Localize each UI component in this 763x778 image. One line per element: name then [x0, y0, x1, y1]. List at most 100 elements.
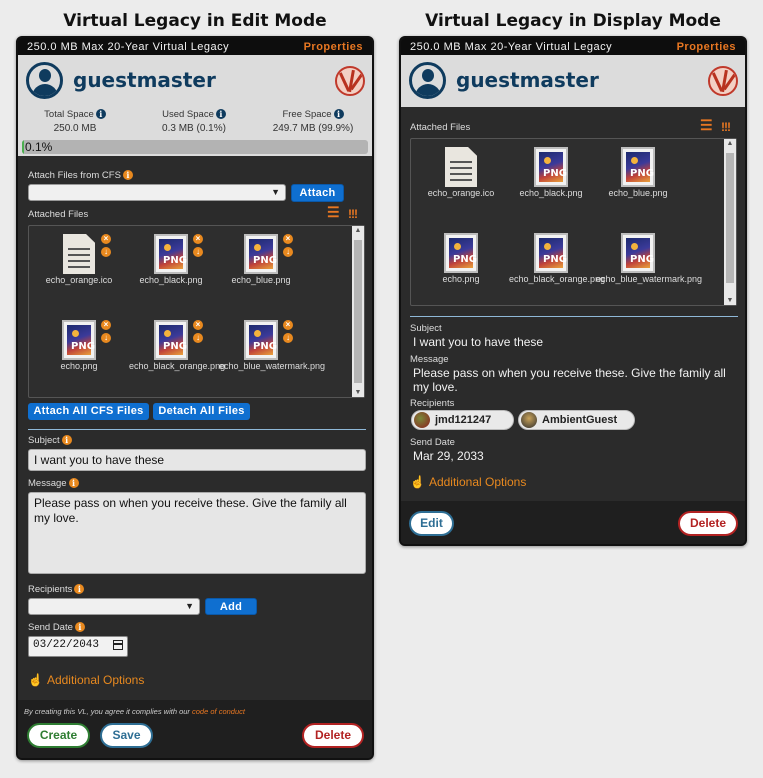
priority-icon[interactable]: !!!	[721, 120, 731, 134]
create-button[interactable]: Create	[27, 723, 90, 748]
attached-file[interactable]: PNG × ↓ echo_blue_watermark.png	[219, 320, 326, 371]
attached-file[interactable]: PNG × ↓ echo_black.png	[129, 234, 213, 285]
detach-all-button[interactable]: Detach All Files	[153, 403, 250, 420]
download-file-icon[interactable]: ↓	[101, 247, 111, 257]
attached-files-label: Attached Files	[28, 209, 89, 220]
chevron-down-icon: ▼	[271, 187, 280, 197]
vl-top-bar: 250.0 MB Max 20-Year Virtual Legacy Prop…	[401, 38, 745, 55]
calendar-icon[interactable]	[113, 640, 123, 650]
attached-file[interactable]: PNG × ↓ echo_black_orange.png	[129, 320, 226, 371]
remove-file-icon[interactable]: ×	[101, 320, 111, 330]
info-icon[interactable]: i	[122, 170, 133, 180]
user-avatar-icon	[409, 62, 446, 99]
divider	[410, 316, 738, 317]
attached-files-box: ▲ ▼ × ↓ echo_orange.ico PNG × ↓ echo_black.png P…	[28, 225, 365, 398]
properties-link[interactable]: Properties	[304, 41, 363, 53]
send-date-input[interactable]: 03/22/2043	[28, 636, 128, 657]
recipient-chip[interactable]: AmbientGuest	[518, 410, 635, 430]
png-file-icon: PNG	[62, 320, 96, 360]
code-of-conduct-link[interactable]: code of conduct	[192, 707, 245, 716]
edit-button[interactable]: Edit	[409, 511, 454, 536]
priority-icon[interactable]: !!!	[348, 207, 358, 221]
send-date-label: Send Date i	[28, 622, 85, 633]
attached-file[interactable]: PNG echo_black.png	[509, 147, 593, 198]
attached-file[interactable]: × ↓ echo_orange.ico	[37, 234, 121, 285]
additional-options-link[interactable]: ☝ Additional Options	[28, 673, 144, 687]
delete-button[interactable]: Delete	[678, 511, 738, 536]
files-scrollbar[interactable]: ▲ ▼	[352, 226, 364, 397]
file-actions: × ↓	[283, 234, 293, 260]
add-recipient-button[interactable]: Add	[205, 598, 257, 615]
remove-file-icon[interactable]: ×	[193, 234, 203, 244]
recipient-avatar	[521, 412, 537, 428]
download-file-icon[interactable]: ↓	[283, 247, 293, 257]
png-file-icon: PNG	[244, 234, 278, 274]
remove-file-icon[interactable]: ×	[283, 320, 293, 330]
space-progress-bar: 0.1%	[22, 140, 368, 154]
attached-file[interactable]: PNG × ↓ echo_blue.png	[219, 234, 303, 285]
edit-mode-panel: 250.0 MB Max 20-Year Virtual Legacy Prop…	[16, 36, 374, 760]
download-file-icon[interactable]: ↓	[193, 333, 203, 343]
message-label: Message i	[28, 478, 79, 489]
remove-file-icon[interactable]: ×	[193, 320, 203, 330]
info-icon[interactable]: i	[74, 584, 85, 594]
delete-button[interactable]: Delete	[302, 723, 364, 748]
recipient-chip[interactable]: jmd121247	[411, 410, 514, 430]
attached-file[interactable]: echo_orange.ico	[419, 147, 503, 198]
file-name: echo_blue_watermark.png	[219, 361, 326, 371]
display-mode-panel: 250.0 MB Max 20-Year Virtual Legacy Prop…	[399, 36, 747, 546]
file-name: echo_blue_watermark.png	[596, 274, 703, 284]
attached-file[interactable]: PNG echo.png	[419, 233, 503, 284]
save-button[interactable]: Save	[100, 723, 153, 748]
user-avatar-icon	[26, 62, 63, 99]
message-textarea[interactable]: Please pass on when you receive these. G…	[28, 492, 366, 574]
free-space-label: Free Space	[282, 109, 332, 120]
attached-file[interactable]: PNG echo_black_orange.png	[509, 233, 605, 284]
additional-options-link[interactable]: ☝ Additional Options	[410, 475, 526, 489]
file-name: echo.png	[442, 274, 480, 284]
png-file-icon: PNG	[444, 233, 478, 273]
attached-file[interactable]: PNG echo_blue_watermark.png	[596, 233, 703, 284]
info-icon[interactable]: i	[68, 478, 79, 488]
list-view-icon[interactable]: ☰	[327, 205, 340, 219]
download-file-icon[interactable]: ↓	[283, 333, 293, 343]
file-name: echo_black_orange.png	[129, 361, 226, 371]
total-space-value: 250.0 MB	[53, 123, 97, 134]
files-scrollbar[interactable]: ▲ ▼	[724, 139, 736, 305]
remove-file-icon[interactable]: ×	[101, 234, 111, 244]
subject-value: I want you to have these	[413, 335, 544, 349]
info-icon[interactable]: i	[74, 622, 85, 632]
file-actions: × ↓	[283, 320, 293, 346]
download-file-icon[interactable]: ↓	[193, 247, 203, 257]
send-date-label: Send Date	[410, 437, 455, 448]
subject-input[interactable]: I want you to have these	[28, 449, 366, 471]
attached-files-label: Attached Files	[410, 122, 471, 133]
attach-button[interactable]: Attach	[291, 184, 344, 202]
divider	[28, 429, 366, 430]
file-actions: × ↓	[193, 234, 203, 260]
file-name: echo_orange.ico	[427, 188, 495, 198]
username: guestmaster	[73, 68, 216, 92]
send-date-value: Mar 29, 2033	[413, 449, 484, 463]
total-space-label: Total Space	[44, 109, 94, 120]
recipients-label: Recipients	[410, 398, 455, 409]
attached-file[interactable]: PNG × ↓ echo.png	[37, 320, 121, 371]
user-header: guestmaster	[18, 55, 372, 107]
edit-footer: By creating this VL, you agree it compli…	[18, 700, 372, 758]
png-file-icon: PNG	[154, 234, 188, 274]
cfs-file-select[interactable]: ▼	[28, 184, 286, 201]
list-view-icon[interactable]: ☰	[700, 118, 713, 132]
info-icon[interactable]: i	[215, 109, 226, 119]
info-icon[interactable]: i	[95, 109, 106, 119]
recipient-select[interactable]: ▼	[28, 598, 200, 615]
download-file-icon[interactable]: ↓	[101, 333, 111, 343]
info-icon[interactable]: i	[61, 435, 72, 445]
progress-fill	[22, 140, 24, 154]
attached-file[interactable]: PNG echo_blue.png	[596, 147, 680, 198]
attach-all-cfs-button[interactable]: Attach All CFS Files	[28, 403, 149, 420]
info-icon[interactable]: i	[333, 109, 344, 119]
properties-link[interactable]: Properties	[677, 41, 736, 53]
file-name: echo_blue.png	[608, 188, 668, 198]
used-space-label: Used Space	[162, 109, 214, 120]
remove-file-icon[interactable]: ×	[283, 234, 293, 244]
